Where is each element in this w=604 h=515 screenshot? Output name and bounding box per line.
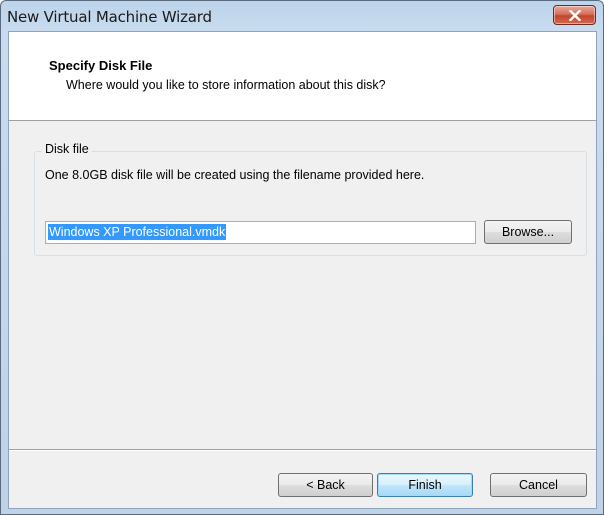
back-button[interactable]: < Back bbox=[278, 473, 373, 497]
close-button[interactable] bbox=[553, 5, 596, 25]
cancel-button[interactable]: Cancel bbox=[490, 473, 587, 497]
title-bar[interactable]: New Virtual Machine Wizard bbox=[1, 1, 603, 31]
disk-file-description: One 8.0GB disk file will be created usin… bbox=[45, 168, 425, 182]
finish-button[interactable]: Finish bbox=[377, 473, 473, 497]
disk-filename-value: Windows XP Professional.vmdk bbox=[48, 224, 227, 240]
page-subtitle: Where would you like to store informatio… bbox=[66, 78, 386, 92]
wizard-client-area: Specify Disk File Where would you like t… bbox=[8, 31, 597, 509]
disk-file-group-label: Disk file bbox=[42, 142, 92, 156]
footer-separator bbox=[9, 449, 596, 451]
wizard-header: Specify Disk File Where would you like t… bbox=[9, 32, 596, 121]
window-title: New Virtual Machine Wizard bbox=[7, 8, 212, 26]
close-icon bbox=[569, 10, 581, 21]
page-title: Specify Disk File bbox=[49, 58, 153, 73]
browse-button[interactable]: Browse... bbox=[484, 220, 572, 244]
wizard-window: New Virtual Machine Wizard Specify Disk … bbox=[0, 0, 604, 515]
disk-filename-input[interactable]: Windows XP Professional.vmdk bbox=[45, 221, 476, 244]
